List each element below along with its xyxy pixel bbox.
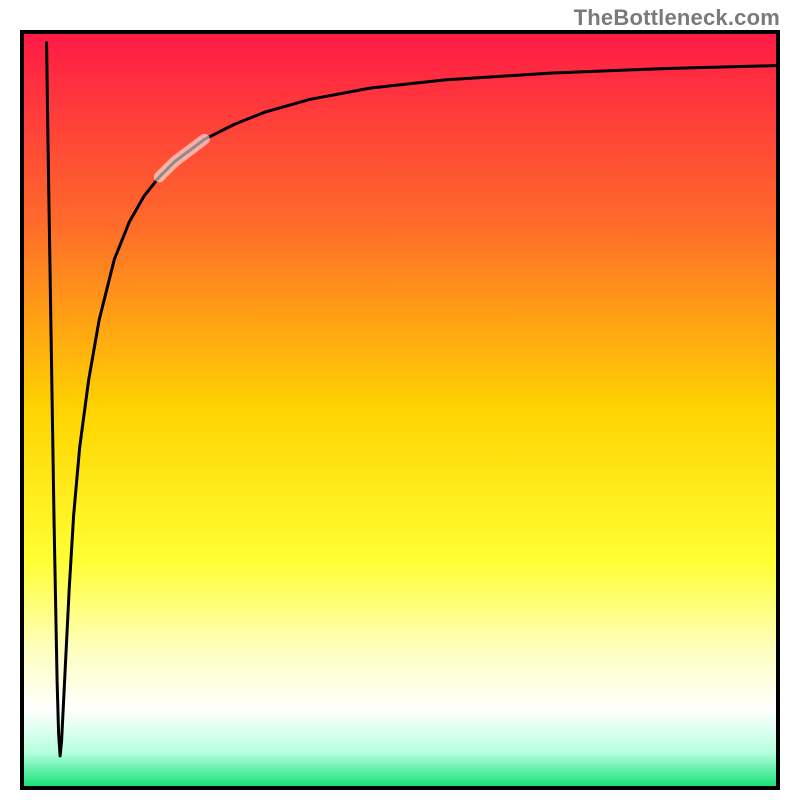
watermark-text: TheBottleneck.com: [574, 5, 780, 31]
gradient-bg: [24, 34, 776, 786]
chart-svg: [24, 34, 776, 786]
chart-frame: [20, 30, 780, 790]
